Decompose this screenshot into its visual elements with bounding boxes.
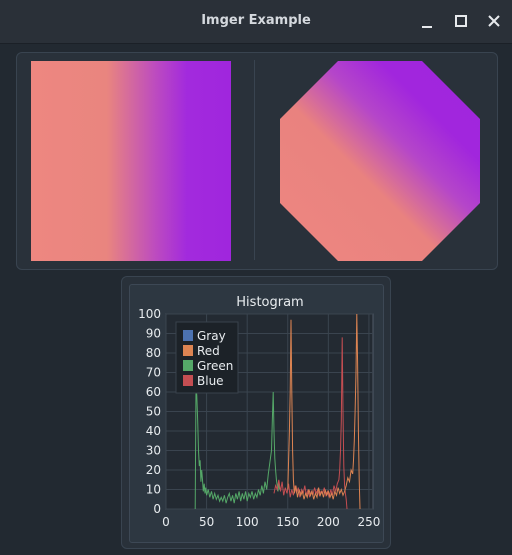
- y-tick-label: 0: [153, 502, 161, 516]
- y-tick-label: 10: [146, 483, 161, 497]
- titlebar[interactable]: Imger Example: [0, 0, 512, 44]
- x-tick-label: 100: [236, 515, 259, 529]
- histogram-chart: Histogram 0 10 20 30 40 50 60 70 80 90 100 0 50 100 15…: [138, 295, 380, 529]
- legend-label: Green: [197, 359, 233, 373]
- legend-label: Blue: [197, 374, 224, 388]
- x-tick-label: 250: [357, 515, 380, 529]
- maximize-button[interactable]: [450, 10, 472, 32]
- y-tick-label: 60: [146, 385, 161, 399]
- close-icon: [488, 15, 500, 27]
- maximize-icon: [455, 15, 467, 27]
- x-tick-label: 200: [317, 515, 340, 529]
- minimize-button[interactable]: [417, 10, 439, 32]
- legend-swatch: [183, 375, 193, 386]
- chart-legend: GrayRedGreenBlue: [175, 321, 239, 394]
- x-tick-label: 0: [162, 515, 170, 529]
- legend-label: Red: [197, 344, 220, 358]
- legend-swatch: [183, 360, 193, 371]
- close-button[interactable]: [483, 10, 505, 32]
- gradient-octagon-image: [280, 61, 480, 261]
- image-divider: [254, 60, 255, 260]
- legend-swatch: [183, 345, 193, 356]
- y-tick-label: 90: [146, 327, 161, 341]
- y-tick-label: 50: [146, 405, 161, 419]
- y-tick-label: 70: [146, 366, 161, 380]
- gradient-square-image: [31, 61, 231, 261]
- y-tick-label: 40: [146, 424, 161, 438]
- minimize-icon: [422, 26, 432, 28]
- legend-label: Gray: [197, 329, 226, 343]
- y-tick-label: 20: [146, 463, 161, 477]
- x-tick-label: 150: [276, 515, 299, 529]
- y-tick-label: 80: [146, 346, 161, 360]
- x-tick-label: 50: [199, 515, 214, 529]
- chart-title: Histogram: [236, 295, 303, 310]
- y-tick-label: 100: [138, 307, 161, 321]
- app-window: Imger Example Histogram 0 10 20 30 40 50…: [0, 0, 512, 555]
- y-tick-label: 30: [146, 444, 161, 458]
- legend-swatch: [183, 330, 193, 341]
